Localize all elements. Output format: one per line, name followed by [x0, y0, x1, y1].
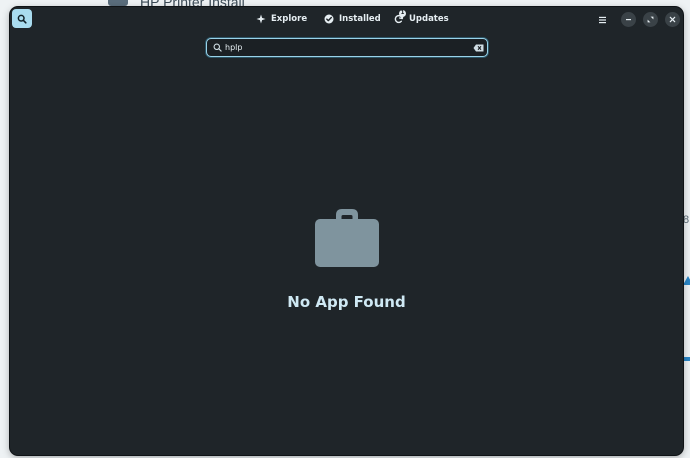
background-number: 8: [683, 214, 690, 226]
close-icon: [669, 16, 676, 23]
clear-search-button[interactable]: [471, 41, 485, 55]
tab-updates-label: Updates: [409, 14, 449, 24]
hamburger-icon: [599, 16, 606, 23]
tab-explore-label: Explore: [271, 14, 308, 24]
search-field-icon: [212, 43, 222, 53]
search-toggle-button[interactable]: [12, 9, 32, 28]
search-input[interactable]: [225, 40, 471, 55]
tab-explore[interactable]: Explore: [256, 11, 307, 27]
check-circle-icon: [324, 14, 334, 24]
search-icon: [17, 14, 27, 24]
minimize-icon: [626, 19, 631, 21]
search-bar: [206, 38, 488, 57]
minimize-button[interactable]: [621, 12, 636, 27]
explore-icon: [256, 14, 266, 24]
background-triangle-icon: [683, 276, 690, 285]
tab-updates[interactable]: 1 Updates: [394, 10, 449, 27]
tab-installed[interactable]: Installed: [324, 11, 381, 27]
software-center-window: Explore Installed 1 Updates hplp No App …: [10, 7, 683, 455]
main-menu-button[interactable]: [595, 12, 610, 27]
background-accent-bar: [683, 357, 690, 361]
updates-count-badge: 1: [399, 10, 406, 17]
empty-state-title: No App Found: [287, 293, 406, 311]
background-app-logo: [108, 0, 128, 6]
refresh-icon: 1: [394, 10, 406, 24]
shopping-bag-icon: [314, 208, 380, 268]
header-bar: Explore Installed 1 Updates: [10, 7, 683, 32]
close-button[interactable]: [665, 12, 680, 27]
maximize-icon: [647, 16, 654, 23]
backspace-icon: [473, 44, 483, 51]
tab-installed-label: Installed: [339, 14, 381, 24]
maximize-button[interactable]: [643, 12, 658, 27]
